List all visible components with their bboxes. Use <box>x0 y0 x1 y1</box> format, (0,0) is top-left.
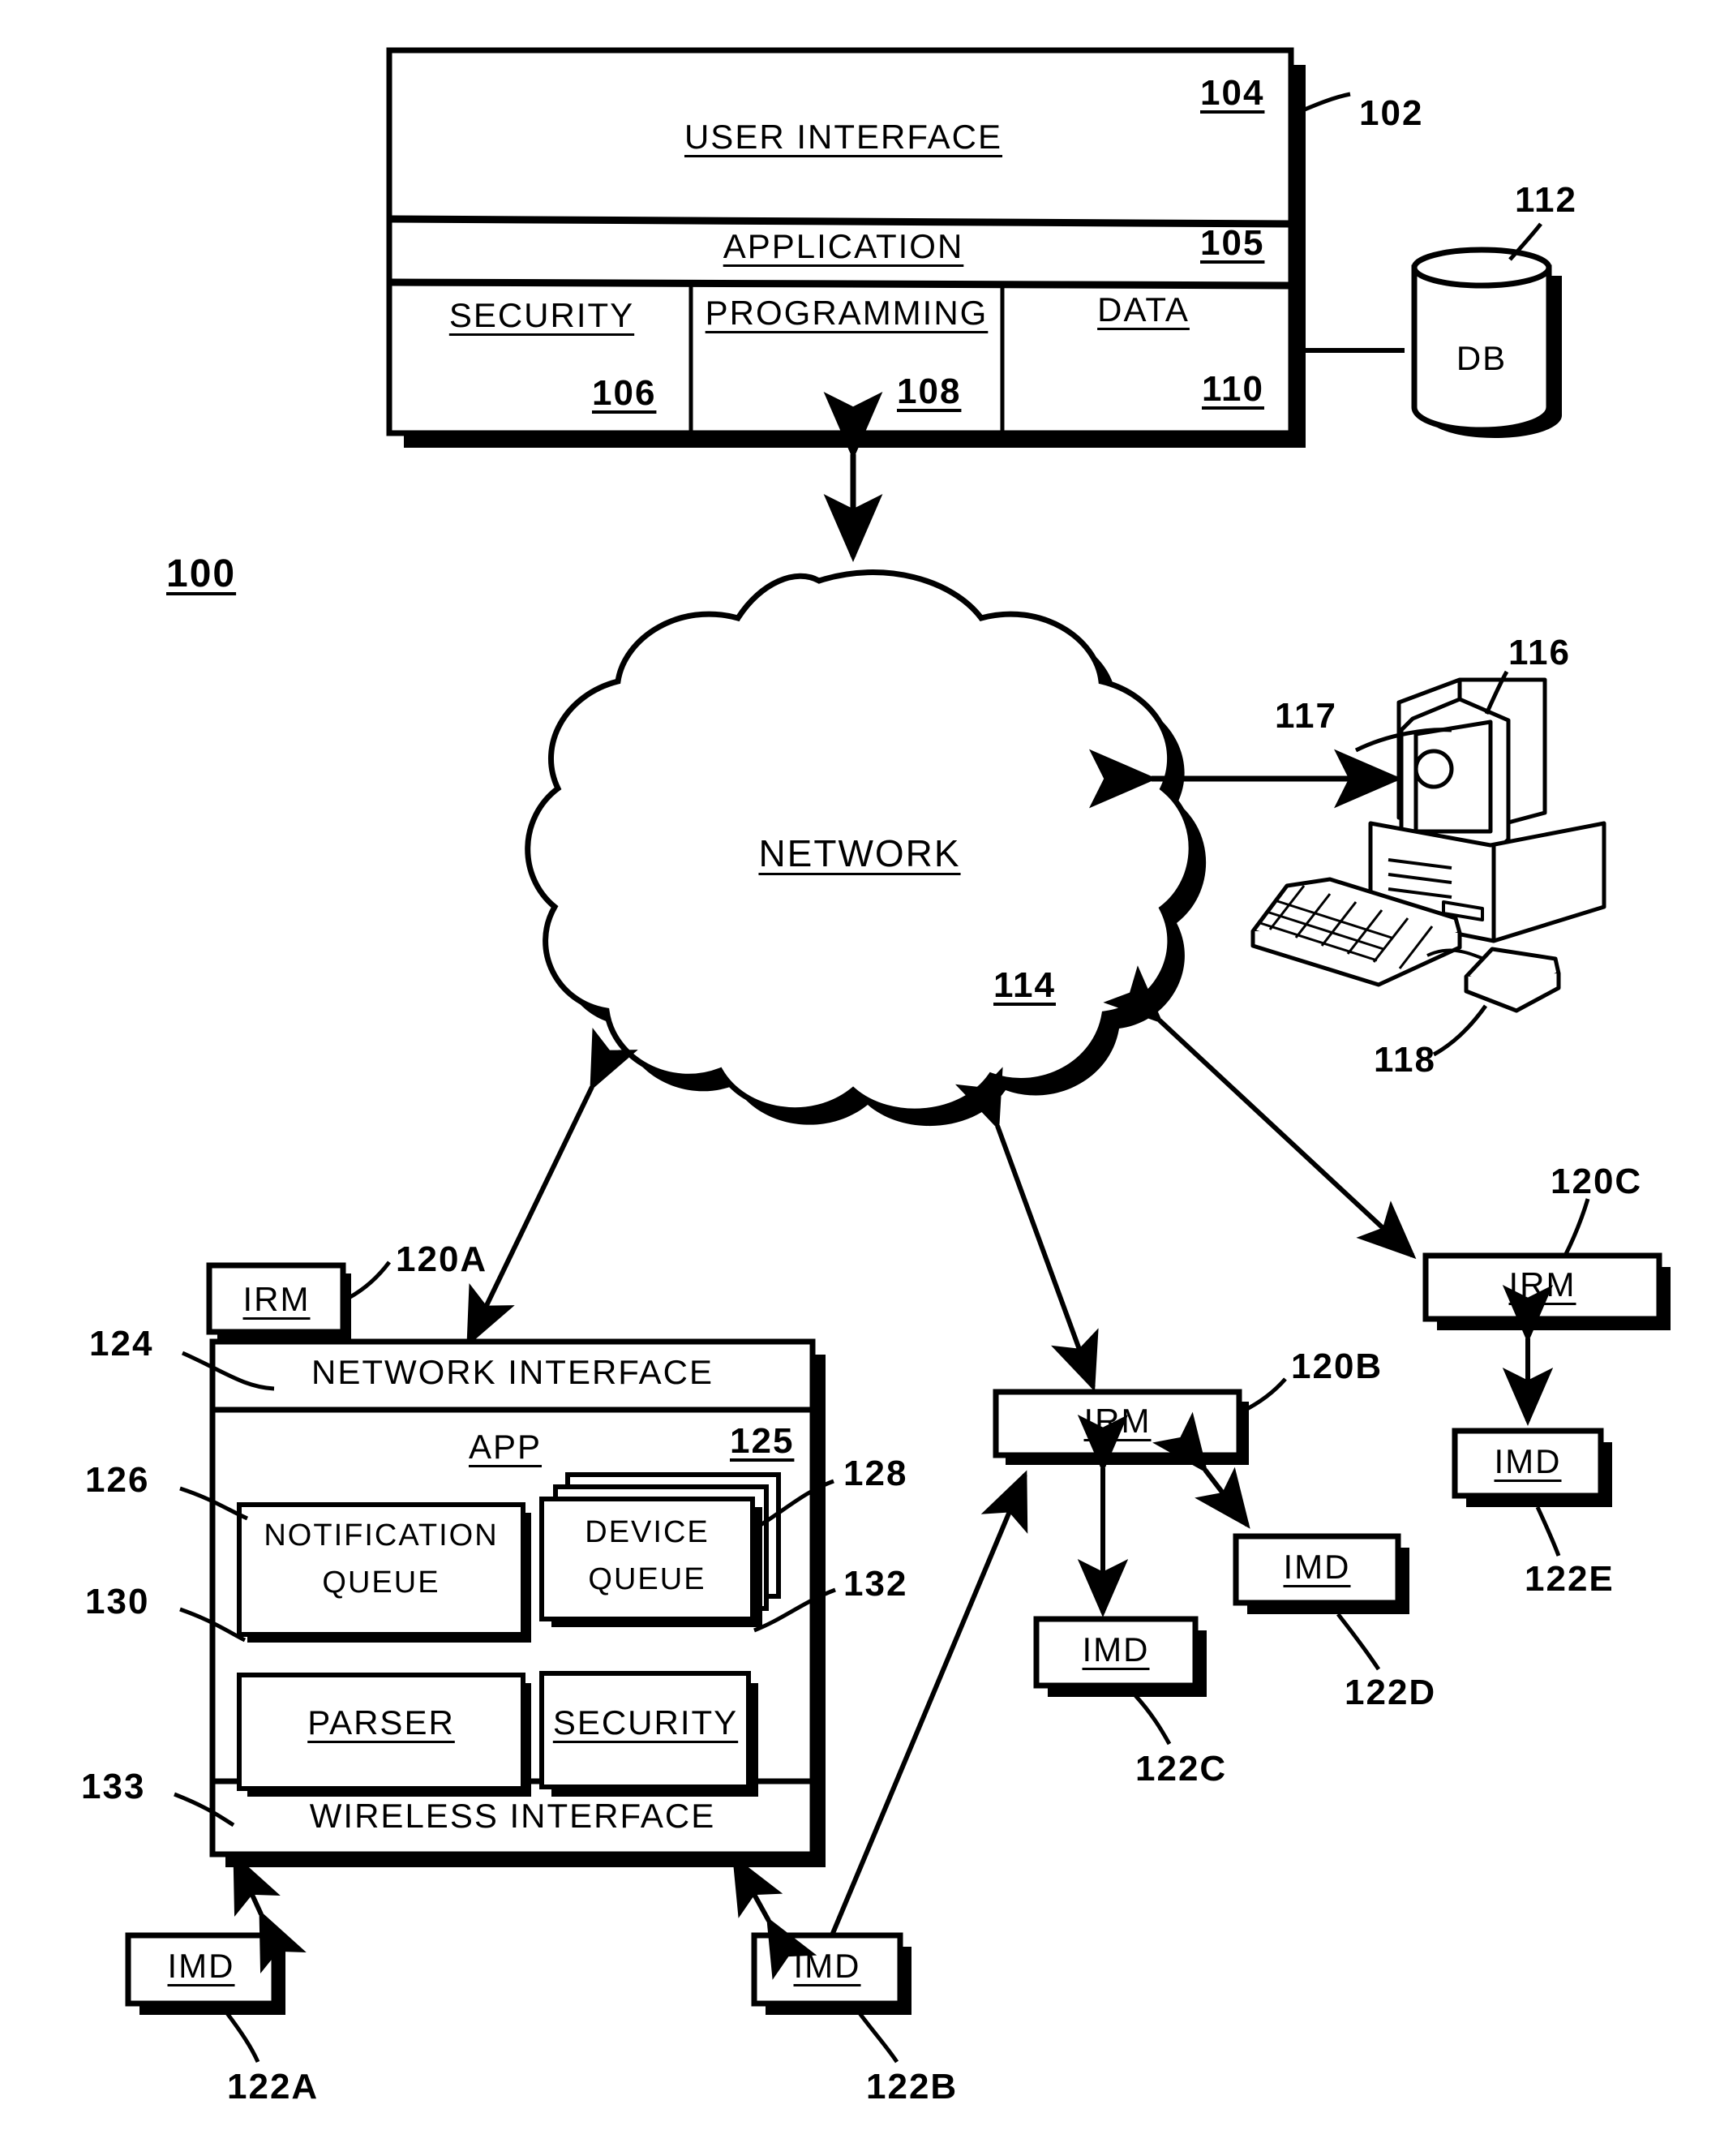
irm-badge-label: IRM <box>242 1280 311 1318</box>
ref-122B: 122B <box>866 2067 959 2107</box>
imd-a-label: IMD <box>167 1947 235 1985</box>
ref-126: 126 <box>85 1460 150 1500</box>
ref-105: 105 <box>1200 223 1265 263</box>
security-module-label: SECURITY <box>552 1703 739 1742</box>
ref-132: 132 <box>843 1564 908 1604</box>
irm-c-label: IRM <box>1508 1265 1576 1303</box>
patent-figure: USER INTERFACE 104 APPLICATION 105 SECUR… <box>0 0 1720 2156</box>
ref-112: 112 <box>1515 180 1577 220</box>
imd-d-label: IMD <box>1283 1548 1351 1586</box>
ref-104: 104 <box>1200 73 1265 113</box>
parser-label: PARSER <box>307 1703 455 1742</box>
device-queue-label-line1: DEVICE <box>585 1515 710 1549</box>
ref-102: 102 <box>1359 93 1424 133</box>
security-cell-label: SECURITY <box>448 296 635 334</box>
ref-118: 118 <box>1374 1040 1436 1080</box>
ref-130: 130 <box>85 1582 150 1621</box>
network-label: NETWORK <box>758 832 961 874</box>
ref-108: 108 <box>897 372 962 411</box>
notification-queue-label-line2: QUEUE <box>322 1565 440 1600</box>
ref-120B: 120B <box>1291 1346 1383 1386</box>
ref-122D: 122D <box>1345 1673 1437 1712</box>
network-interface-label: NETWORK INTERFACE <box>311 1353 714 1391</box>
notification-queue-label-line1: NOTIFICATION <box>264 1518 499 1553</box>
ref-133: 133 <box>81 1767 146 1806</box>
ref-122A: 122A <box>227 2067 320 2107</box>
ref-125: 125 <box>730 1421 795 1461</box>
ref-106: 106 <box>592 373 657 413</box>
imd-b-label: IMD <box>793 1947 861 1985</box>
programming-cell-label: PROGRAMMING <box>705 294 989 332</box>
ref-100: 100 <box>166 552 237 595</box>
user-interface-label: USER INTERFACE <box>684 118 1003 156</box>
ref-117: 117 <box>1275 696 1337 736</box>
device-queue-label-line2: QUEUE <box>588 1562 706 1596</box>
ref-124: 124 <box>89 1324 154 1364</box>
ref-122C: 122C <box>1135 1749 1228 1789</box>
ref-128: 128 <box>843 1454 908 1493</box>
wireless-interface-label: WIRELESS INTERFACE <box>309 1797 716 1835</box>
db-label: DB <box>1456 339 1508 377</box>
ref-110: 110 <box>1202 369 1264 409</box>
ref-116: 116 <box>1508 633 1571 672</box>
app-label: APP <box>468 1428 543 1466</box>
application-label: APPLICATION <box>723 227 964 265</box>
ref-122E: 122E <box>1525 1559 1615 1599</box>
imd-c-label: IMD <box>1082 1630 1150 1669</box>
ref-114: 114 <box>993 965 1056 1005</box>
data-cell-label: DATA <box>1097 290 1190 329</box>
irm-b-label: IRM <box>1083 1402 1152 1440</box>
ref-120C: 120C <box>1551 1162 1643 1201</box>
imd-e-label: IMD <box>1494 1442 1562 1480</box>
ref-120A: 120A <box>396 1239 488 1279</box>
